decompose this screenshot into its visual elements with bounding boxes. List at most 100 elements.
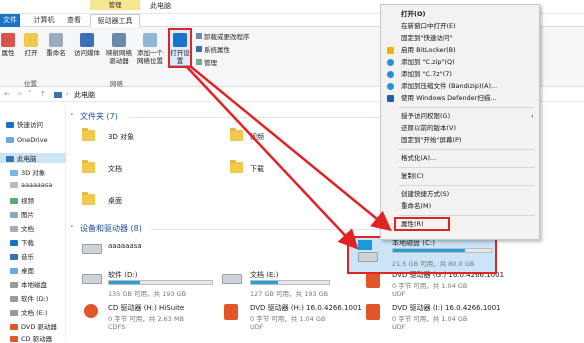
open-button[interactable]: 打开: [20, 33, 42, 57]
group-label-network: 网络: [110, 80, 123, 88]
folder-documents[interactable]: 文档: [108, 164, 122, 174]
menu-item-open-new-window[interactable]: 在新窗口中打开(E): [381, 21, 541, 32]
drive-icon: [10, 310, 18, 316]
menu-item-defender-scan[interactable]: 使用 Windows Defender扫描...: [381, 93, 541, 104]
drive-i-space: 0 字节 可用，共 1.04 GB: [392, 315, 468, 323]
download-icon: [10, 240, 18, 246]
drive-icon: [10, 282, 18, 288]
menu-item-pin-start[interactable]: 固定到"开始"屏幕(P): [381, 135, 541, 146]
tab-computer[interactable]: 计算机: [30, 14, 58, 27]
menu-item-pin-quick-access[interactable]: 固定到"快速访问": [381, 33, 541, 44]
manage-button[interactable]: 管理: [196, 59, 217, 67]
sidebar-item-onedrive[interactable]: OneDrive: [6, 136, 48, 144]
menu-item-add-archive[interactable]: 添加到压缩文件 (Bandizip)(A)...: [381, 81, 541, 92]
sidebar-item-cd[interactable]: CD 驱动器: [10, 333, 52, 343]
folder-icon: [82, 128, 95, 141]
drive-hisuite-space: 0 字节 可用，共 2.63 MB: [108, 315, 184, 323]
sidebar-item-3d-objects[interactable]: 3D 对象: [10, 167, 45, 177]
recent-chevron-icon[interactable]: ˅: [28, 90, 32, 98]
drive-e-name[interactable]: 文档 (E:): [250, 270, 278, 280]
menu-item-open[interactable]: 打开(O): [381, 9, 541, 20]
properties-icon: [1, 33, 15, 47]
cube-icon: [10, 170, 18, 176]
folder-3d-objects[interactable]: 3D 对象: [108, 132, 134, 142]
drive-e-space: 127 GB 可用，共 193 GB: [250, 290, 329, 298]
office-disc-icon: [224, 304, 238, 320]
hisuite-disc-icon: [84, 304, 98, 318]
sidebar-item-documents[interactable]: 文档: [10, 223, 34, 233]
forward-arrow-icon[interactable]: →: [16, 90, 22, 98]
context-menu: 打开(O) 在新窗口中打开(E) 固定到"快速访问" 启用 BitLocker(…: [380, 4, 540, 240]
menu-item-bitlocker[interactable]: 启用 BitLocker(B): [381, 45, 541, 56]
section-divider: [130, 117, 380, 118]
menu-item-copy[interactable]: 复制(C): [381, 171, 541, 182]
cloud-icon: [6, 137, 14, 143]
sidebar-item-music[interactable]: 音乐: [10, 251, 34, 261]
tab-drive-tools[interactable]: 驱动器工具: [90, 14, 140, 27]
disc-icon: [10, 336, 18, 342]
annotation-box-settings: [168, 28, 192, 68]
access-media-button[interactable]: 访问媒体: [72, 33, 102, 57]
folder-videos[interactable]: 视频: [250, 132, 264, 142]
sidebar-item-local-disk[interactable]: 本地磁盘: [10, 279, 47, 289]
drive-d-space: 135 GB 可用，共 193 GB: [108, 290, 187, 298]
drive-hisuite-name[interactable]: CD 驱动器 (H:) HiSuite: [108, 303, 184, 313]
drive-user[interactable]: aaaaaasa: [108, 242, 142, 250]
computer-icon: [54, 92, 62, 98]
sidebar-item-this-pc[interactable]: 此电脑: [0, 153, 66, 163]
folders-section-chevron-icon[interactable]: ˅: [70, 113, 74, 121]
drive-icon: [82, 244, 102, 254]
computer-icon: [6, 156, 14, 162]
sidebar-item-user[interactable]: aaaaaasa: [10, 181, 52, 189]
sidebar-item-desktop[interactable]: 桌面: [10, 265, 34, 275]
drive-icon: [82, 274, 102, 284]
tab-file[interactable]: 文件: [0, 14, 20, 27]
menu-item-add-zip[interactable]: 添加到 "C.zip"(Q): [381, 57, 541, 68]
media-icon: [80, 33, 94, 47]
drive-i-name[interactable]: DVD 驱动器 (I:) 16.0.4266.1001: [392, 303, 501, 313]
back-arrow-icon[interactable]: ←: [4, 90, 10, 98]
drive-d-name[interactable]: 软件 (D:): [108, 270, 137, 280]
menu-separator: [399, 167, 535, 168]
properties-button[interactable]: 属性: [0, 33, 16, 57]
system-icon: [196, 46, 202, 52]
drive-g-fs: UDF: [392, 290, 406, 298]
sidebar-item-pictures[interactable]: 图片: [10, 209, 34, 219]
folder-downloads[interactable]: 下载: [250, 164, 264, 174]
bandizip-icon: [387, 59, 394, 66]
sidebar-item-downloads[interactable]: 下载: [10, 237, 34, 247]
drives-section-header[interactable]: 设备和驱动器 (8): [80, 223, 142, 234]
tab-view[interactable]: 查看: [64, 14, 84, 27]
drive-icon: [222, 274, 242, 284]
uninstall-program-button[interactable]: 卸载或更改程序: [196, 33, 250, 41]
menu-item-rename[interactable]: 重命名(M): [381, 201, 541, 212]
menu-item-create-shortcut[interactable]: 创建快捷方式(S): [381, 189, 541, 200]
menu-item-format[interactable]: 格式化(A)...: [381, 153, 541, 164]
folders-section-header[interactable]: 文件夹 (7): [80, 111, 118, 122]
rename-button[interactable]: 重命名: [44, 33, 68, 57]
sidebar-item-videos[interactable]: 视频: [10, 195, 34, 205]
menu-item-restore-versions[interactable]: 还原以前的版本(V): [381, 123, 541, 134]
drive-h-name[interactable]: DVD 驱动器 (H:) 16.0.4266.1001: [250, 303, 362, 313]
folder-icon: [10, 182, 18, 188]
system-properties-button[interactable]: 系统属性: [196, 46, 230, 54]
document-folder-icon: [82, 160, 95, 173]
drives-section-chevron-icon[interactable]: ˅: [70, 225, 74, 233]
sidebar-item-quick-access[interactable]: 快速访问: [6, 119, 43, 129]
breadcrumb[interactable]: 此电脑: [74, 90, 95, 100]
sidebar-item-dvd[interactable]: DVD 驱动器: [10, 321, 57, 331]
folder-desktop[interactable]: 桌面: [108, 196, 122, 206]
up-arrow-icon[interactable]: ↑: [40, 90, 46, 98]
add-network-location-button[interactable]: 添加一个网络位置: [134, 33, 166, 65]
office-disc-icon: [366, 272, 380, 288]
map-network-drive-button[interactable]: 映射网络驱动器: [104, 33, 134, 65]
sidebar-item-drive-e[interactable]: 文档 (E:): [10, 307, 47, 317]
desktop-icon: [10, 268, 18, 274]
music-icon: [10, 254, 18, 260]
drive-h-space: 0 字节 可用，共 1.04 GB: [250, 315, 326, 323]
menu-separator: [399, 149, 535, 150]
sidebar-item-drive-d[interactable]: 软件 (D:): [10, 293, 48, 303]
menu-item-add-7z[interactable]: 添加到 "C.7z"(7): [381, 69, 541, 80]
desktop-folder-icon: [82, 192, 95, 205]
menu-item-grant-access[interactable]: 授予访问权限(G) ›: [381, 111, 541, 122]
